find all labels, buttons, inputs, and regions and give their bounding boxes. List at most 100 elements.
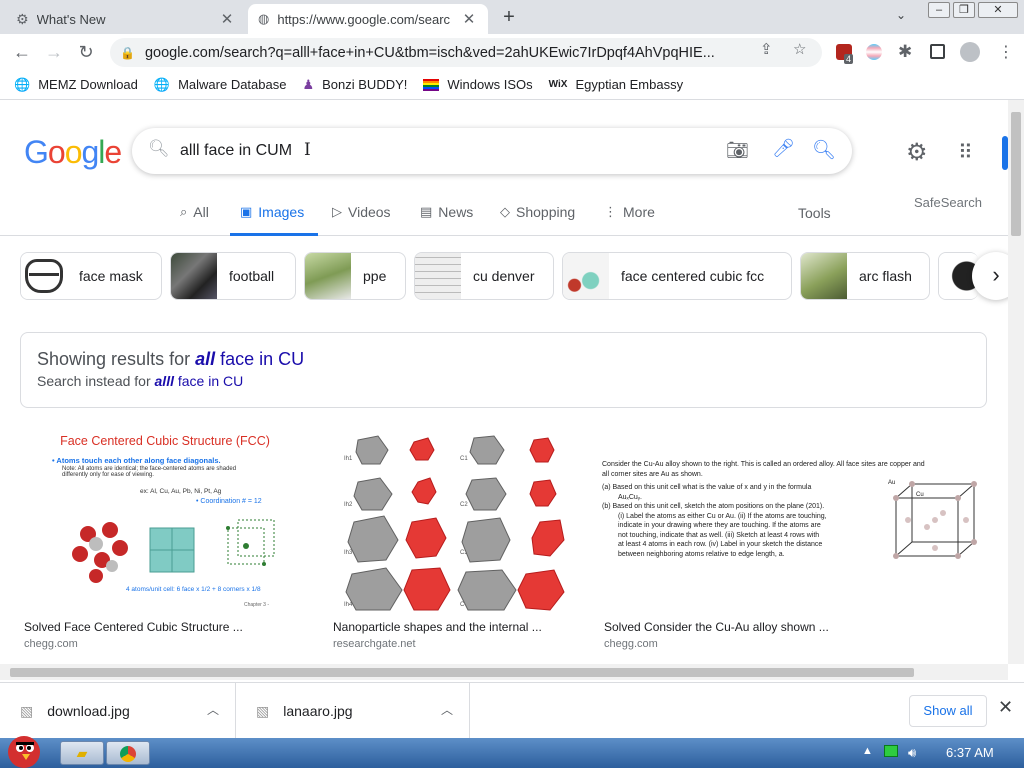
bookmark-memz[interactable]: 🌐 MEMZ Download [14,77,138,93]
image-heading: Face Centered Cubic Structure (FCC) [60,434,270,448]
taskbar-folder-button[interactable]: ▰ [60,741,104,765]
url-text[interactable]: google.com/search?q=alll+face+in+CU&tbm=… [145,45,755,61]
original-query-link[interactable]: alll [155,373,174,389]
tab-google-search[interactable]: ◍ https://www.google.com/searc ✕ [248,4,488,34]
result-source[interactable]: chegg.com [24,638,78,650]
chip-arc-flash[interactable]: arc flash [800,252,930,300]
result-source[interactable]: chegg.com [604,638,658,650]
chip-football[interactable]: football [170,252,296,300]
chip-thumbnail [21,253,67,299]
minimize-button[interactable]: – [928,2,950,18]
search-submit-icon[interactable]: 🔍︎ [812,138,836,162]
tray-expand-icon[interactable]: ▲ [862,745,873,757]
tab-news[interactable]: ▤ News [420,204,473,220]
back-button[interactable]: ← [10,40,34,64]
atom-label: Au [888,480,895,486]
tab-label: Shopping [516,204,576,220]
chip-label: ppe [363,268,387,284]
corrected-query-link[interactable]: all [195,349,215,369]
folder-icon: ▰ [76,745,88,761]
close-icon[interactable]: ✕ [460,10,478,28]
tab-more[interactable]: ⋮ More [604,204,655,220]
search-icon: ⌕ [180,204,188,219]
result-title[interactable]: Nanoparticle shapes and the internal ... [333,620,542,634]
angry-bird-start-icon[interactable] [0,730,50,768]
lock-icon[interactable]: 🔒 [120,46,135,60]
tab-strip: ⚙ What's New ✕ ◍ https://www.google.com/… [0,0,1024,34]
extension-flag-icon[interactable] [866,44,882,60]
logo-letter: o [47,134,66,170]
bookmark-windows-isos[interactable]: Windows ISOs [423,77,533,92]
bookmark-label: Windows ISOs [447,77,533,92]
result-title[interactable]: Solved Face Centered Cubic Structure ... [24,620,243,634]
vertical-scrollbar[interactable] [1008,100,1024,664]
shape-label: C2 [460,502,468,508]
tab-shopping[interactable]: ◇ Shopping [500,204,575,220]
tab-all[interactable]: ⌕ All [180,204,209,220]
address-bar[interactable]: 🔒 google.com/search?q=alll+face+in+CU&tb… [110,38,822,67]
result-title[interactable]: Solved Consider the Cu-Au alloy shown ..… [604,620,829,634]
chevron-up-icon[interactable]: ︿ [441,701,453,718]
tab-images[interactable]: ▣ Images [240,204,304,220]
chip-face-mask[interactable]: face mask [20,252,162,300]
bookmark-malware-database[interactable]: 🌐 Malware Database [154,77,287,93]
download-item[interactable]: ▧ lanaaro.jpg ︿ [236,683,470,739]
bookmark-label: Egyptian Embassy [575,77,684,92]
original-query-link[interactable]: face in CU [178,373,243,389]
bookmark-star-icon[interactable]: ☆ [793,40,806,58]
chip-thumbnail [171,253,217,299]
apps-grid-icon[interactable]: ⠿ [958,140,973,165]
corrected-query-link[interactable]: face in CU [220,349,304,369]
chevron-up-icon[interactable]: ︿ [207,701,219,718]
side-panel-icon[interactable] [930,44,945,59]
restore-button[interactable]: ❐ [953,2,975,18]
tab-videos[interactable]: ▷ Videos [332,204,391,220]
bookmark-bonzi[interactable]: ♟ Bonzi BUDDY! [302,77,407,93]
result-source[interactable]: researchgate.net [333,638,416,650]
atom-label: Cu [916,492,924,498]
search-box[interactable]: 🔍︎ alll face in CUM I 📷︎ 🎤︎ 🔍︎ [132,128,852,174]
taskbar-chrome-button[interactable] [106,741,150,765]
result-image-fcc[interactable]: Face Centered Cubic Structure (FCC) • At… [20,430,310,612]
chip-cu-denver[interactable]: cu denver [414,252,554,300]
profile-avatar[interactable] [960,42,980,62]
reload-button[interactable]: ↻ [74,40,98,64]
close-icon[interactable]: ✕ [218,10,236,28]
globe-icon: ◍ [258,11,270,26]
camera-icon[interactable]: 📷︎ [726,140,749,161]
rainbow-flag-icon [423,78,440,91]
puzzle-icon[interactable]: ✱ [898,42,912,62]
logo-letter: e [104,134,122,170]
forward-button[interactable]: → [42,40,66,64]
tab-search-button[interactable]: ⌄ [896,8,906,22]
menu-kebab-icon[interactable]: ⋮ [998,42,1014,62]
chip-thumbnail [801,253,847,299]
safesearch-button[interactable]: SafeSearch [914,195,982,210]
show-all-button[interactable]: Show all [909,695,987,727]
tools-button[interactable]: Tools [798,205,831,221]
battery-icon[interactable] [884,745,898,757]
spelling-correction: Showing results for all face in CU Searc… [20,332,987,408]
share-icon[interactable]: ⇪ [760,40,773,58]
settings-gear-icon[interactable]: ⚙ [906,138,928,167]
close-icon[interactable]: ✕ [998,697,1013,718]
search-input[interactable]: alll face in CUM [180,142,292,160]
active-tab-indicator [230,233,318,236]
tab-whats-new[interactable]: ⚙ What's New ✕ [6,4,246,34]
microphone-icon[interactable]: 🎤︎ [772,138,795,159]
result-image-nanoparticle[interactable]: Ih1 C1 Ih2 C2 Ih3 C3 Ih4 C4 [328,430,580,612]
result-image-cu-au-alloy[interactable]: Consider the Cu-Au alloy shown to the ri… [598,430,988,612]
chip-ppe[interactable]: ppe [304,252,406,300]
chip-face-centered-cubic-fcc[interactable]: face centered cubic fcc [562,252,792,300]
bookmark-egyptian-embassy[interactable]: WiX Egyptian Embassy [549,77,683,92]
download-filename: lanaaro.jpg [283,703,353,719]
horizontal-scrollbar[interactable] [0,664,1008,680]
clock[interactable]: 6:37 AM [946,745,994,760]
volume-icon[interactable]: 🔊︎ [908,745,916,761]
horizontal-scroll-thumb[interactable] [10,668,914,677]
vertical-scroll-thumb[interactable] [1011,112,1021,236]
image-text: • Atoms touch each other along face diag… [52,456,221,465]
window-close-button[interactable]: ✕ [978,2,1018,18]
google-logo[interactable]: Google [24,134,122,171]
new-tab-button[interactable]: + [498,6,520,29]
